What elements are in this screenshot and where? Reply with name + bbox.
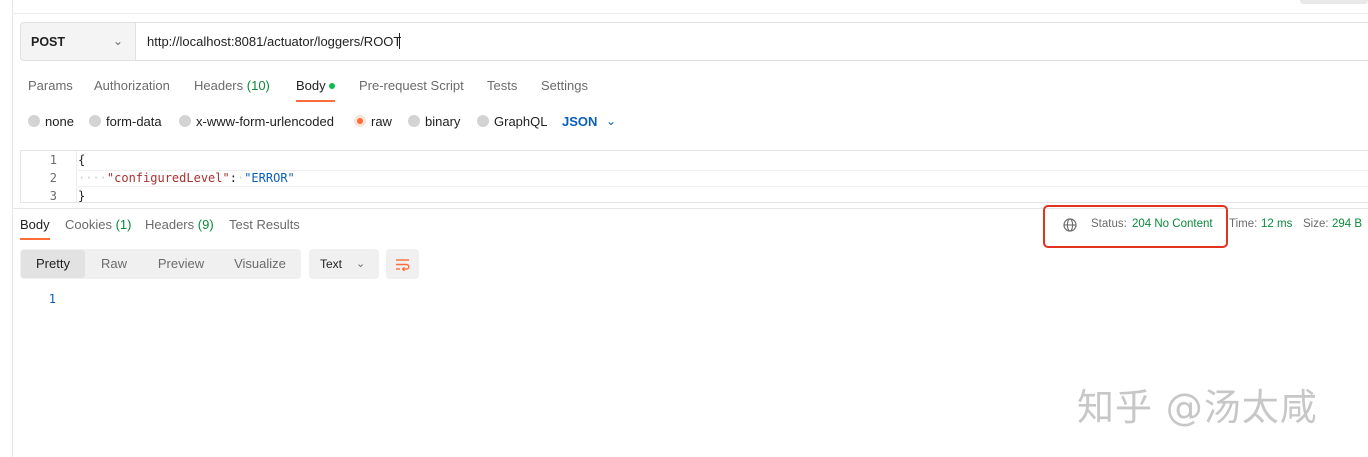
language-select[interactable]: JSON <box>562 114 597 129</box>
response-line-number: 1 <box>48 292 56 306</box>
response-tab-headers[interactable]: Headers (9) <box>145 217 214 232</box>
tab-authorization[interactable]: Authorization <box>94 78 170 93</box>
toolbar-button-edge[interactable] <box>1300 0 1368 4</box>
radio-urlencoded-label: x-www-form-urlencoded <box>196 114 334 129</box>
tab-body[interactable]: Body <box>296 78 326 93</box>
response-tab-headers-count: (9) <box>197 217 214 232</box>
radio-binary-label: binary <box>425 114 461 129</box>
method-label: POST <box>31 35 66 49</box>
radio-form-data-label: form-data <box>106 114 162 129</box>
tab-params[interactable]: Params <box>28 78 73 93</box>
editor-gutter-divider <box>76 151 77 202</box>
status-highlight-box <box>1043 205 1228 248</box>
response-tab-headers-label: Headers <box>145 217 195 232</box>
radio-graphql-label: GraphQL <box>494 114 548 129</box>
line-number: 1 <box>49 153 57 167</box>
view-mode-pretty[interactable]: Pretty <box>21 249 85 279</box>
watermark: 知乎 @汤太咸 <box>1077 386 1318 429</box>
radio-raw-label: raw <box>371 114 392 129</box>
code-line-2: ····"configuredLevel":·"ERROR" <box>78 171 295 185</box>
response-tab-test-results[interactable]: Test Results <box>229 217 300 232</box>
line-number: 2 <box>49 171 57 185</box>
time-value[interactable]: 12 ms <box>1261 218 1292 230</box>
body-modified-dot <box>329 83 335 89</box>
radio-none[interactable] <box>28 115 40 127</box>
json-value: "ERROR" <box>244 171 295 185</box>
tab-headers[interactable]: Headers (10) <box>194 78 270 93</box>
tab-headers-label: Headers <box>194 78 244 93</box>
wrap-lines-icon-svg <box>396 259 410 272</box>
view-mode-raw[interactable]: Raw <box>89 249 139 279</box>
line-number: 3 <box>49 189 57 203</box>
code-line-1: { <box>78 153 86 167</box>
url-input[interactable]: http://localhost:8081/actuator/loggers/R… <box>147 34 401 49</box>
chevron-down-icon: ⌄ <box>113 34 124 48</box>
response-tab-cookies[interactable]: Cookies (1) <box>65 217 131 232</box>
view-mode-preview[interactable]: Preview <box>148 249 214 279</box>
response-tab-cookies-label: Cookies <box>65 217 112 232</box>
radio-urlencoded[interactable] <box>179 115 191 127</box>
tab-headers-count: (10) <box>246 78 270 93</box>
code-line-3: } <box>78 189 86 203</box>
size-label: Size: <box>1303 218 1329 230</box>
time-label: Time: <box>1229 218 1258 230</box>
indent-whitespace: ···· <box>78 171 107 185</box>
text-caret <box>399 33 400 49</box>
response-tab-cookies-count: (1) <box>115 217 132 232</box>
tab-tests[interactable]: Tests <box>487 78 517 93</box>
view-mode-visualize[interactable]: Visualize <box>225 249 295 279</box>
response-tab-body[interactable]: Body <box>20 217 50 232</box>
json-colon: : <box>229 171 237 185</box>
active-response-tab-underline <box>20 238 50 240</box>
active-tab-underline <box>296 100 335 102</box>
chevron-down-icon[interactable]: ⌄ <box>606 114 616 128</box>
format-label: Text <box>320 257 343 271</box>
radio-form-data[interactable] <box>89 115 101 127</box>
top-divider <box>12 13 1368 14</box>
chevron-down-icon: ⌄ <box>356 258 366 270</box>
json-key: "configuredLevel" <box>106 171 230 185</box>
tab-settings[interactable]: Settings <box>541 78 588 93</box>
size-value[interactable]: 294 B <box>1332 218 1362 230</box>
radio-binary[interactable] <box>408 115 420 127</box>
tab-pre-request-script[interactable]: Pre-request Script <box>359 78 464 93</box>
radio-none-label: none <box>45 114 74 129</box>
radio-raw[interactable] <box>354 115 366 127</box>
wrap-lines-icon <box>394 256 411 276</box>
radio-graphql[interactable] <box>477 115 489 127</box>
window-left-border <box>12 0 13 457</box>
